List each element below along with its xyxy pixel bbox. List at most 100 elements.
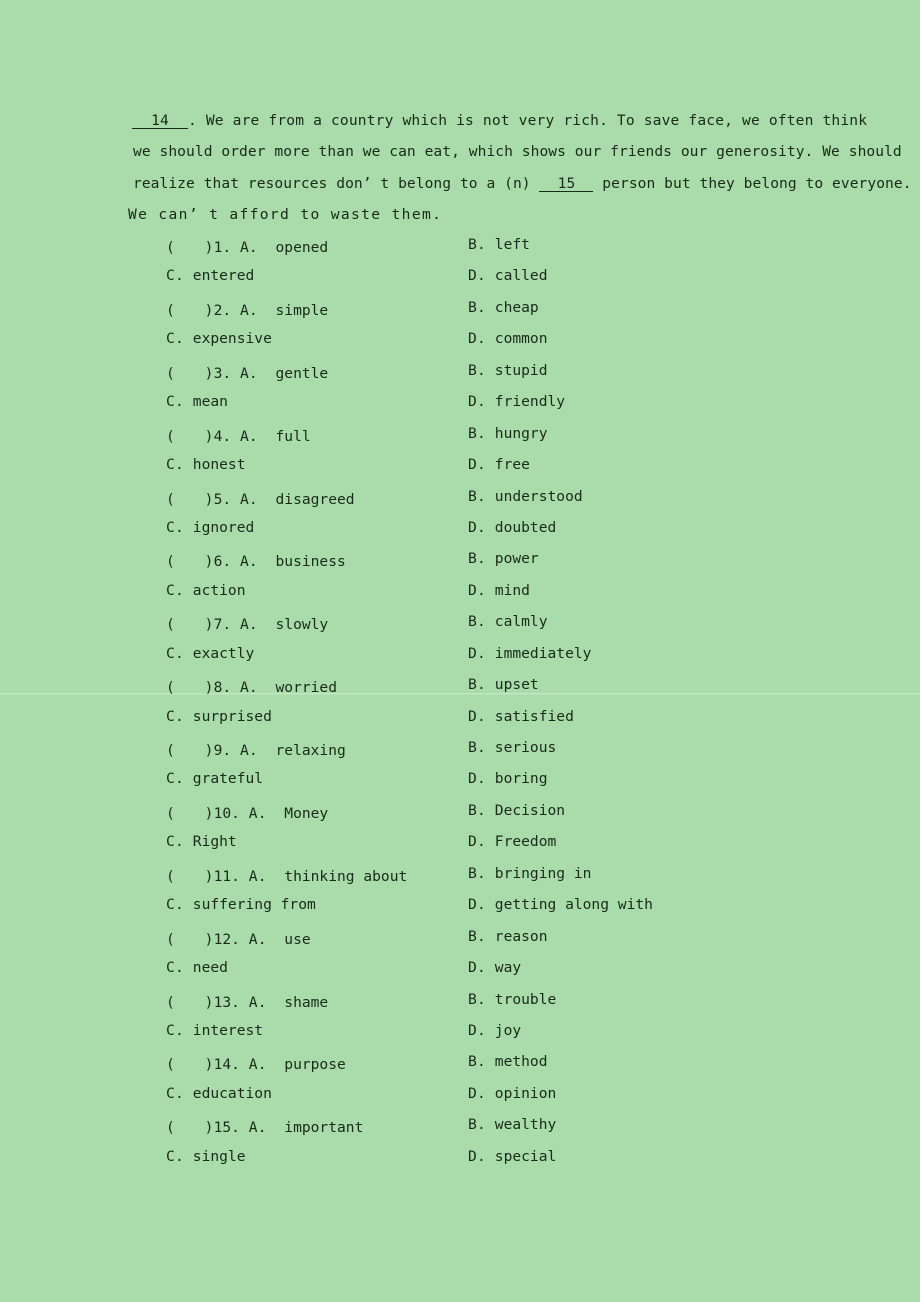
option-a-letter: A. — [239, 301, 258, 319]
option-d-cell[interactable]: D. satisfied — [468, 708, 574, 725]
option-c-cell[interactable]: C. suffering from — [166, 896, 316, 913]
answer-checkbox[interactable]: ( ) — [166, 679, 214, 696]
option-c-cell[interactable]: C. honest — [166, 456, 246, 473]
option-a-letter: A. — [239, 364, 258, 382]
option-b-cell[interactable]: B. calmly — [468, 613, 548, 630]
option-a-cell[interactable]: ( )9. A. relaxing — [166, 739, 346, 760]
answer-checkbox[interactable]: ( ) — [166, 616, 214, 633]
option-c-cell[interactable]: C. expensive — [166, 330, 272, 347]
answer-checkbox[interactable]: ( ) — [166, 302, 214, 319]
passage-line-2-text: we should order more than we can eat, wh… — [133, 143, 902, 161]
option-b-cell[interactable]: B. trouble — [468, 991, 556, 1008]
option-d-cell[interactable]: D. mind — [468, 582, 530, 599]
option-a-letter: A. — [239, 616, 258, 634]
option-b-cell[interactable]: B. wealthy — [468, 1116, 556, 1133]
option-a-cell[interactable]: ( )7. A. slowly — [166, 613, 328, 634]
question-number: 14 — [213, 1056, 232, 1074]
option-a-cell[interactable]: ( )13. A. shame — [166, 991, 328, 1012]
option-c-cell[interactable]: C. ignored — [166, 519, 254, 536]
option-c-text: mean — [192, 393, 228, 411]
answer-checkbox[interactable]: ( ) — [166, 239, 214, 256]
option-a-cell[interactable]: ( )2. A. simple — [166, 299, 328, 320]
answer-blank-15[interactable]: 15 — [539, 175, 594, 193]
option-c-text: need — [192, 959, 228, 977]
option-a-text: purpose — [284, 1056, 346, 1074]
option-a-cell[interactable]: ( )8. A. worried — [166, 676, 337, 697]
option-b-cell[interactable]: B. hungry — [468, 425, 548, 442]
option-row-cd: C. exactly D. immediately — [0, 645, 920, 676]
answer-checkbox[interactable]: ( ) — [166, 428, 214, 445]
option-b-letter: B. — [468, 236, 486, 253]
answer-checkbox[interactable]: ( ) — [166, 491, 214, 508]
answer-checkbox[interactable]: ( ) — [166, 931, 214, 948]
option-c-text: Right — [192, 833, 237, 851]
option-d-cell[interactable]: D. boring — [468, 770, 548, 787]
question-group: ( )11. A. thinking about B. bringing in C.… — [0, 865, 920, 928]
option-a-cell[interactable]: ( )1. A. opened — [166, 236, 328, 257]
answer-checkbox[interactable]: ( ) — [166, 553, 214, 570]
option-a-cell[interactable]: ( )14. A. purpose — [166, 1053, 346, 1074]
answer-checkbox[interactable]: ( ) — [166, 365, 214, 382]
passage-line-4: We can’ t afford to waste them. — [128, 199, 792, 230]
option-b-cell[interactable]: B. reason — [468, 928, 548, 945]
option-d-cell[interactable]: D. called — [468, 267, 548, 284]
option-d-cell[interactable]: D. joy — [468, 1022, 521, 1039]
option-a-cell[interactable]: ( )10. A. Money — [166, 802, 328, 823]
option-a-cell[interactable]: ( )3. A. gentle — [166, 362, 328, 383]
option-c-cell[interactable]: C. mean — [166, 393, 228, 410]
option-b-cell[interactable]: B. Decision — [468, 802, 565, 819]
option-a-cell[interactable]: ( )15. A. important — [166, 1116, 363, 1137]
answer-checkbox[interactable]: ( ) — [166, 805, 214, 822]
answer-checkbox[interactable]: ( ) — [166, 994, 214, 1011]
option-d-cell[interactable]: D. opinion — [468, 1085, 556, 1102]
option-d-cell[interactable]: D. immediately — [468, 645, 591, 662]
option-d-text: joy — [494, 1021, 522, 1039]
answer-checkbox[interactable]: ( ) — [166, 1056, 214, 1073]
option-b-cell[interactable]: B. bringing in — [468, 865, 591, 882]
option-c-cell[interactable]: C. education — [166, 1085, 272, 1102]
option-d-cell[interactable]: D. common — [468, 330, 548, 347]
option-a-letter: A. — [248, 993, 267, 1011]
option-d-cell[interactable]: D. friendly — [468, 393, 565, 410]
option-c-letter: C. — [166, 1021, 184, 1039]
option-a-cell[interactable]: ( )12. A. use — [166, 928, 311, 949]
answer-blank-14[interactable]: 14 — [132, 113, 188, 130]
option-b-cell[interactable]: B. left — [468, 236, 530, 253]
option-a-letter: A. — [239, 490, 258, 508]
option-b-cell[interactable]: B. power — [468, 550, 539, 567]
passage-line-1: 14. We are from a country which is not v… — [132, 105, 867, 136]
option-d-text: Freedom — [494, 833, 557, 851]
option-c-cell[interactable]: C. Right — [166, 833, 237, 850]
option-b-cell[interactable]: B. understood — [468, 488, 583, 505]
option-d-cell[interactable]: D. Freedom — [468, 833, 556, 850]
option-a-letter: A. — [248, 867, 267, 885]
option-c-cell[interactable]: C. entered — [166, 267, 254, 284]
option-c-cell[interactable]: C. need — [166, 959, 228, 976]
option-c-cell[interactable]: C. exactly — [166, 645, 254, 662]
option-b-cell[interactable]: B. serious — [468, 739, 556, 756]
option-a-cell[interactable]: ( )6. A. business — [166, 550, 346, 571]
option-b-cell[interactable]: B. upset — [468, 676, 539, 693]
option-b-cell[interactable]: B. method — [468, 1053, 548, 1070]
option-d-cell[interactable]: D. special — [468, 1148, 556, 1165]
option-d-cell[interactable]: D. way — [468, 959, 521, 976]
option-c-cell[interactable]: C. interest — [166, 1022, 263, 1039]
option-b-cell[interactable]: B. stupid — [468, 362, 548, 379]
option-a-cell[interactable]: ( )5. A. disagreed — [166, 488, 355, 509]
option-d-cell[interactable]: D. doubted — [468, 519, 556, 536]
option-b-cell[interactable]: B. cheap — [468, 299, 539, 316]
option-c-cell[interactable]: C. action — [166, 582, 246, 599]
option-b-letter: B. — [468, 613, 486, 631]
answer-checkbox[interactable]: ( ) — [166, 868, 214, 885]
option-c-cell[interactable]: C. grateful — [166, 770, 263, 787]
option-c-cell[interactable]: C. surprised — [166, 708, 272, 725]
question-group: ( )2. A. simple B. cheap C. expensive D. co… — [0, 299, 920, 362]
option-row-cd: C. interest D. joy — [0, 1022, 920, 1053]
option-d-cell[interactable]: D. getting along with — [468, 896, 653, 913]
answer-checkbox[interactable]: ( ) — [166, 742, 214, 759]
option-a-cell[interactable]: ( )11. A. thinking about — [166, 865, 407, 886]
option-d-cell[interactable]: D. free — [468, 456, 530, 473]
answer-checkbox[interactable]: ( ) — [166, 1119, 214, 1136]
option-a-cell[interactable]: ( )4. A. full — [166, 425, 311, 446]
option-c-cell[interactable]: C. single — [166, 1148, 246, 1165]
